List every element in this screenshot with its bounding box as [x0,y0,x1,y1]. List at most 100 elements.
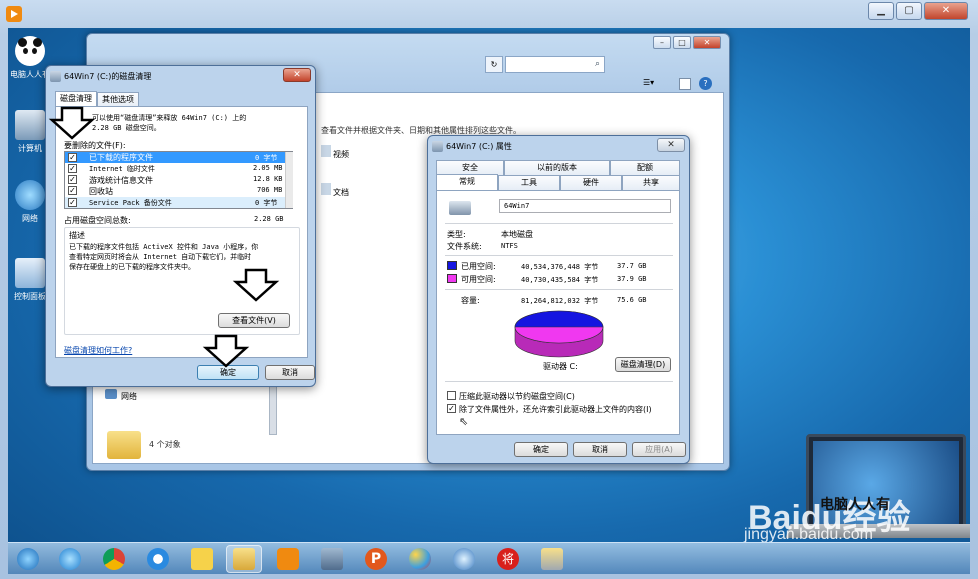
file-checkbox[interactable]: ✓ [68,164,77,173]
taskbar: P 将 [8,542,970,574]
taskbar-browser[interactable] [140,545,176,573]
taskbar-cleanup[interactable] [534,545,570,573]
cleanup-close-button[interactable]: ✕ [283,68,311,82]
file-name[interactable]: Internet 临时文件 [89,164,155,174]
tab-security[interactable]: 安全 [436,160,504,175]
files-label: 要删除的文件(F): [64,141,126,150]
tab-previous-versions[interactable]: 以前的版本 [504,160,610,175]
disk-cleanup-taskbar-icon [541,548,563,570]
free-bytes: 40,730,435,584 字节 [521,276,599,284]
file-name[interactable]: 回收站 [89,186,113,197]
minimize-button[interactable]: ▁ [868,2,894,20]
refresh-icon[interactable]: ↻ [485,56,503,73]
props-ok-button[interactable]: 确定 [514,442,568,457]
tab-quota[interactable]: 配额 [610,160,680,175]
control-panel-icon [15,258,45,288]
separator [445,381,673,382]
capacity-label: 容量: [461,296,480,305]
explorer-minimize-button[interactable]: – [653,36,671,49]
free-gb: 37.9 GB [617,275,647,283]
computer-icon [15,110,45,140]
view-options-icon[interactable]: ☰▾ [643,78,663,90]
cleanup-panel: 可以使用“磁盘清理”来释放 64Win7 (C:) 上的 2.28 GB 磁盘空… [55,106,308,358]
compress-label[interactable]: 压缩此驱动器以节约磁盘空间(C) [459,391,575,402]
used-label: 已用空间: [461,262,496,271]
maximize-button[interactable]: ▢ [896,2,922,20]
nav-item-network[interactable]: 网络 [121,391,137,402]
disk-cleanup-button[interactable]: 磁盘清理(D) [615,357,671,372]
file-checkbox[interactable]: ✓ [68,186,77,195]
taskbar-explorer[interactable] [226,545,262,573]
description-line1: 已下载的程序文件包括 ActiveX 控件和 Java 小程序，你 [69,243,259,251]
cleanup-cancel-button[interactable]: 取消 [265,365,315,380]
close-button[interactable]: ✕ [924,2,968,20]
files-scrollbar[interactable] [285,152,293,208]
search-input[interactable]: ⌕ [505,56,605,73]
tab-hardware[interactable]: 硬件 [560,175,622,190]
props-apply-button[interactable]: 应用(A) [632,442,686,457]
drive-name-input[interactable]: 64Win7 [499,199,671,213]
index-label[interactable]: 除了文件属性外，还允许索引此驱动器上文件的内容(I) [459,404,652,415]
props-title-text: 64Win7 (C:) 属性 [446,142,512,151]
compress-checkbox[interactable] [447,391,456,400]
taskbar-game[interactable]: 将 [490,545,526,573]
browser-icon [147,548,169,570]
drive-large-icon [449,201,471,215]
start-button[interactable] [10,545,46,573]
separator [445,289,673,290]
cleanup-title: 64Win7 (C:)的磁盘清理 [46,66,315,88]
paint-icon [409,548,431,570]
desktop: 电脑人人有 计算机 网络 控制面板 – □ ✕ ⌕ ↻ ☰▾ ? 查看文件并根据… [8,28,970,574]
drive-icon [432,141,443,152]
status-item-count: 4 个对象 [149,440,181,449]
tab-sharing[interactable]: 共享 [622,175,680,190]
nav-scrollbar[interactable] [269,383,277,435]
explorer-maximize-button[interactable]: □ [673,36,691,49]
props-close-button[interactable]: ✕ [657,138,685,152]
index-checkbox[interactable]: ✓ [447,404,456,413]
side-item-docs[interactable]: 文档 [333,187,349,198]
taskbar-app[interactable] [314,545,350,573]
preview-pane-icon[interactable] [679,78,691,90]
free-color-swatch [447,274,457,283]
drive-label: 驱动器 C: [543,362,578,371]
arrow-down-icon [202,334,250,368]
fs-label: 文件系统: [447,242,482,251]
ie-icon [59,548,81,570]
view-files-button[interactable]: 查看文件(V) [218,313,290,328]
props-cancel-button[interactable]: 取消 [573,442,627,457]
file-checkbox[interactable]: ✓ [68,175,77,184]
tab-general[interactable]: 常规 [436,174,498,190]
watermark-side-text: 电脑人人有 [820,497,890,513]
tab-tools[interactable]: 工具 [498,175,560,190]
taskbar-paint[interactable] [402,545,438,573]
tab-other-options[interactable]: 其他选项 [97,92,139,107]
type-label: 类型: [447,230,466,239]
file-name[interactable]: 游戏统计信息文件 [89,175,153,186]
file-checkbox[interactable]: ✓ [68,153,77,162]
arrow-down-icon [232,268,280,302]
player-logo-icon [6,6,22,22]
explorer-close-button[interactable]: ✕ [693,36,721,49]
taskbar-player[interactable] [270,545,306,573]
taskbar-chrome[interactable] [96,545,132,573]
taskbar-media[interactable] [446,545,482,573]
windows-start-icon [17,548,39,570]
cleanup-title-text: 64Win7 (C:)的磁盘清理 [64,72,152,81]
taskbar-notes[interactable] [184,545,220,573]
side-item-video[interactable]: 视频 [333,149,349,160]
folder-icon [107,431,141,459]
used-bytes: 40,534,376,448 字节 [521,263,599,271]
notes-icon [191,548,213,570]
file-size: 0 字节 [255,154,278,162]
how-it-works-link[interactable]: 磁盘清理如何工作? [64,345,132,356]
player-window: ▁ ▢ ✕ 电脑人人有 计算机 网络 控制面板 – □ ✕ ⌕ ↻ ☰▾ ? 查… [0,0,978,579]
file-checkbox[interactable]: ✓ [68,198,77,207]
tab-disk-cleanup[interactable]: 磁盘清理 [55,91,97,107]
help-icon[interactable]: ? [699,77,712,90]
taskbar-ie[interactable] [52,545,88,573]
description-title: 描述 [69,231,85,240]
used-color-swatch [447,261,457,270]
total-value: 2.28 GB [254,215,284,223]
taskbar-p[interactable]: P [358,545,394,573]
